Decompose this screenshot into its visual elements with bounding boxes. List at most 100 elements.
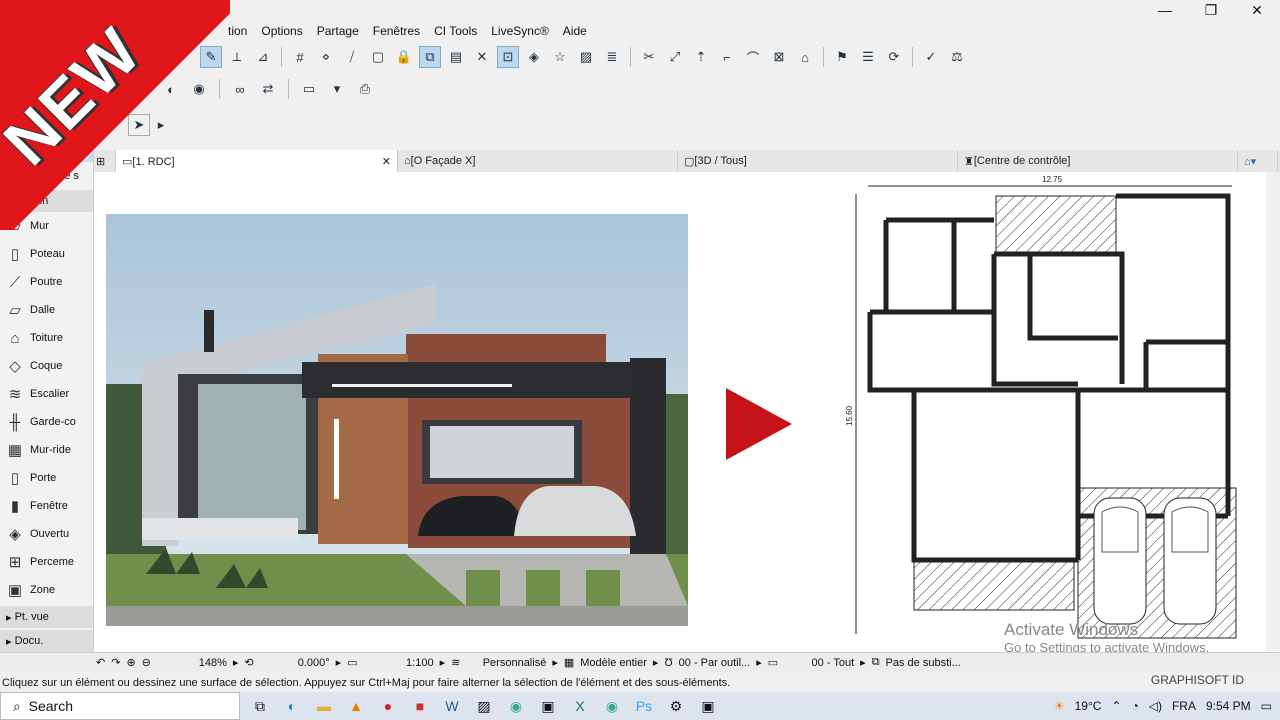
tool-ie[interactable]: ie xyxy=(0,140,93,162)
clock[interactable]: 9:54 PM xyxy=(1206,699,1251,713)
check-icon[interactable]: ✓ xyxy=(920,46,942,68)
tracker-icon[interactable]: ⟂ xyxy=(226,46,248,68)
volume-icon[interactable]: ◁) xyxy=(1149,699,1162,713)
offset-icon[interactable]: ⇡ xyxy=(690,46,712,68)
tool-perceme[interactable]: ⊞ Perceme xyxy=(0,548,93,576)
list-icon[interactable]: ☰ xyxy=(857,46,879,68)
stack-icon[interactable]: ≣ xyxy=(601,46,623,68)
zoom-out-icon[interactable]: ⊖ xyxy=(142,656,151,669)
chrome-2-icon[interactable]: ◉ xyxy=(600,694,624,718)
angle-value[interactable]: 0.000° xyxy=(260,657,330,669)
maximize-button[interactable]: ❐ xyxy=(1188,0,1234,20)
notification-icon[interactable]: ▭ xyxy=(1261,699,1272,713)
zoom-in-icon[interactable]: ⊕ xyxy=(126,656,135,669)
tool-zone[interactable]: ▣ Zone xyxy=(0,576,93,604)
photoshop-icon[interactable]: Ps xyxy=(632,694,656,718)
menu-fenetres[interactable]: Fenêtres xyxy=(373,24,420,38)
display-option[interactable]: 00 - Tout xyxy=(784,657,855,669)
edge-icon[interactable]: ◐ xyxy=(280,694,304,718)
tool-ouvertu[interactable]: ◈ Ouvertu xyxy=(0,520,93,548)
tool-fen-tre[interactable]: ▮ Fenêtre xyxy=(0,492,93,520)
substitution[interactable]: Pas de substi... xyxy=(886,657,961,669)
group-icon[interactable]: ⧉ xyxy=(419,46,441,68)
link-icon[interactable]: ∞ xyxy=(229,78,251,100)
resize-icon[interactable]: ⊠ xyxy=(768,46,790,68)
tool-dalle[interactable]: ▱ Dalle xyxy=(0,296,93,324)
pen-set[interactable]: 00 - Par outil... xyxy=(679,657,751,669)
tool-coque[interactable]: ◇ Coque xyxy=(0,352,93,380)
app-gear-icon[interactable]: ⚙ xyxy=(664,694,688,718)
corner-icon[interactable]: ⌐ xyxy=(716,46,738,68)
excel-icon[interactable]: X xyxy=(568,694,592,718)
word-icon[interactable]: W xyxy=(440,694,464,718)
lock-icon[interactable]: 🔒 xyxy=(393,46,415,68)
close-button[interactable]: ✕ xyxy=(1234,0,1280,20)
tab-facade[interactable]: ⌂ [O Façade X] xyxy=(398,150,678,172)
menu-aide[interactable]: Aide xyxy=(563,24,587,38)
archicad-2-icon[interactable]: ▣ xyxy=(696,694,720,718)
tool-zone-selection[interactable]: ▣ Zone de s xyxy=(0,162,93,190)
snap-icon[interactable]: ⋄ xyxy=(315,46,337,68)
dropdown-icon[interactable]: ▾ xyxy=(326,78,348,100)
tab-overview-icon[interactable]: ⊞ xyxy=(94,150,116,172)
flag-icon[interactable]: ⚑ xyxy=(831,46,853,68)
tool-poutre[interactable]: ⟋ Poutre xyxy=(0,268,93,296)
display-icon[interactable]: ▭ xyxy=(298,78,320,100)
layer-combo[interactable]: Personnalisé xyxy=(466,657,547,669)
tool-mur-ride[interactable]: ▦ Mur-ride xyxy=(0,436,93,464)
section-pt-vue[interactable]: ▸ Pt. vue xyxy=(0,606,93,628)
scale-icon[interactable]: ⚖ xyxy=(946,46,968,68)
tool-toiture[interactable]: ⌂ Toiture xyxy=(0,324,93,352)
menu-conception[interactable]: tion xyxy=(228,24,247,38)
fill-icon[interactable]: ◈ xyxy=(523,46,545,68)
section-docu[interactable]: ▸ Docu. xyxy=(0,630,93,652)
menu-options[interactable]: Options xyxy=(261,24,302,38)
section-dessin[interactable]: ▾ Dessin xyxy=(0,190,93,212)
model-view[interactable]: Modèle entier xyxy=(580,657,647,669)
plane-icon[interactable]: ⧸ xyxy=(341,46,363,68)
undo-icon[interactable]: ↶ xyxy=(96,656,105,669)
minimize-button[interactable]: — xyxy=(1142,0,1188,20)
taskbar-search[interactable]: ⌕ Search xyxy=(0,692,240,720)
cross-icon[interactable]: ✕ xyxy=(471,46,493,68)
graphisoft-id[interactable]: GRAPHISOFT ID xyxy=(1151,673,1244,687)
tab-3d[interactable]: ▢ [3D / Tous] xyxy=(678,150,958,172)
app-red-icon[interactable]: ■ xyxy=(408,694,432,718)
menu-ci-tools[interactable]: CI Tools xyxy=(434,24,477,38)
vertical-scrollbar[interactable] xyxy=(1266,172,1280,652)
swap-icon[interactable]: ⇄ xyxy=(257,78,279,100)
roof-icon[interactable]: ⌂ xyxy=(794,46,816,68)
explorer-icon[interactable]: ▬ xyxy=(312,694,336,718)
task-view-icon[interactable]: ⧉ xyxy=(248,694,272,718)
language[interactable]: FRA xyxy=(1172,699,1196,713)
grid-icon[interactable]: # xyxy=(289,46,311,68)
tab-rdc[interactable]: ▭[1. RDC] ✕ xyxy=(116,150,398,172)
tool-porte[interactable]: ▯ Porte xyxy=(0,464,93,492)
menu-livesync[interactable]: LiveSync® xyxy=(491,24,549,38)
tool-poteau[interactable]: ▯ Poteau xyxy=(0,240,93,268)
scissors-icon[interactable]: ✂ xyxy=(638,46,660,68)
refresh-icon[interactable]: ⟳ xyxy=(883,46,905,68)
layer-icon[interactable]: ▢ xyxy=(367,46,389,68)
network-icon[interactable]: ◔ xyxy=(1131,699,1138,713)
chrome-icon[interactable]: ◉ xyxy=(504,694,528,718)
tab-control-center[interactable]: ♜ [Centre de contrôle] xyxy=(958,150,1238,172)
recorder-icon[interactable]: ● xyxy=(376,694,400,718)
tool-mur[interactable]: ▱ Mur xyxy=(0,212,93,240)
pointer-icon[interactable]: ➤ xyxy=(128,114,150,136)
archicad-icon[interactable]: ▣ xyxy=(536,694,560,718)
shapes-icon[interactable]: ◉ xyxy=(188,78,210,100)
tab-menu-icon[interactable]: ⌂▾ xyxy=(1238,150,1278,172)
redo-icon[interactable]: ↷ xyxy=(111,656,120,669)
select-box-icon[interactable]: ⊡ xyxy=(497,46,519,68)
chevron-up-icon[interactable]: ⌃ xyxy=(1111,699,1121,713)
tool-garde-co[interactable]: ╫ Garde-co xyxy=(0,408,93,436)
vlc-icon[interactable]: ▲ xyxy=(344,694,368,718)
print-icon[interactable]: ⎙ xyxy=(354,78,376,100)
guide-icon[interactable]: ⊿ xyxy=(252,46,274,68)
scale-value[interactable]: 1:100 xyxy=(364,657,434,669)
adjust-icon[interactable]: ⤢ xyxy=(664,46,686,68)
menu-partage[interactable]: Partage xyxy=(317,24,359,38)
zoom-level[interactable]: 148% xyxy=(157,657,227,669)
image-icon[interactable]: ▨ xyxy=(575,46,597,68)
